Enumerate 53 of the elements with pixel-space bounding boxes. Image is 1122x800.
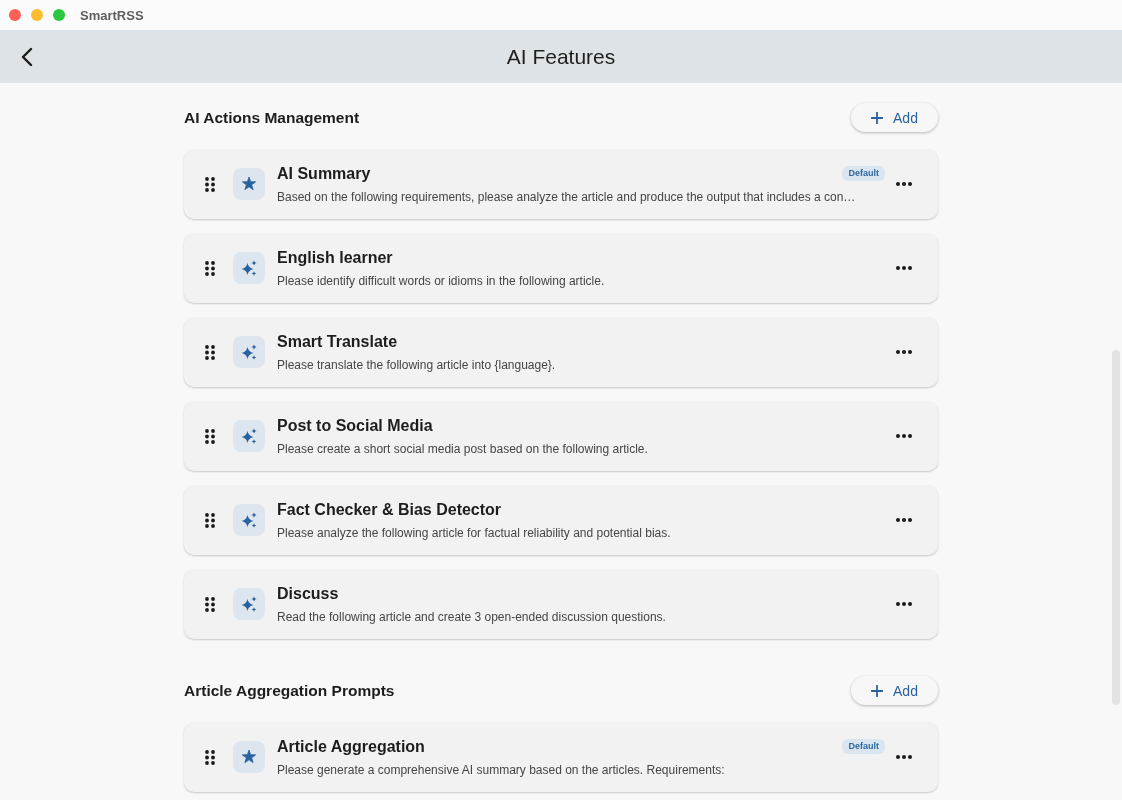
more-icon[interactable] xyxy=(896,434,912,438)
sparkle-icon xyxy=(233,504,265,536)
default-badge: Default xyxy=(842,166,885,181)
action-description: Read the following article and create 3 open-ended discussion questions. xyxy=(277,608,667,625)
action-card[interactable]: English learner Please identify difficult words or idioms in the following article. xyxy=(184,233,938,303)
window-close-button[interactable] xyxy=(9,9,21,21)
action-description: Please identify difficult words or idioms in the following article. xyxy=(277,272,606,289)
action-description: Based on the following requirements, please analyze the article and produce the output that includes a con… xyxy=(277,188,857,205)
window-title: SmartRSS xyxy=(80,7,144,23)
sparkle-icon xyxy=(233,420,265,452)
add-button[interactable]: Add xyxy=(851,676,938,705)
drag-handle-icon[interactable] xyxy=(205,749,215,765)
action-card[interactable]: Fact Checker & Bias Detector Please analyze the following article for factual reliability and potential bias. xyxy=(184,485,938,555)
drag-handle-icon[interactable] xyxy=(205,512,215,528)
action-description: Please generate a comprehensive AI summary based on the articles. Requirements: xyxy=(277,761,726,778)
page-title: AI Features xyxy=(506,43,616,70)
default-badge: Default xyxy=(842,739,885,754)
action-card[interactable]: Discuss Read the following article and create 3 open-ended discussion questions. xyxy=(184,569,938,639)
sparkle-icon xyxy=(233,252,265,284)
drag-handle-icon[interactable] xyxy=(205,176,215,192)
action-card[interactable]: Smart Translate Please translate the following article into {language}. xyxy=(184,317,938,387)
action-title: Smart Translate xyxy=(277,331,398,352)
sparkle-icon xyxy=(233,336,265,368)
action-title: English learner xyxy=(277,247,393,268)
back-button[interactable] xyxy=(21,46,33,67)
drag-handle-icon[interactable] xyxy=(205,428,215,444)
sparkle-icon xyxy=(233,588,265,620)
plus-icon xyxy=(871,684,884,697)
action-title: Discuss xyxy=(277,583,339,604)
action-description: Please analyze the following article for factual reliability and potential bias. xyxy=(277,524,672,541)
drag-handle-icon[interactable] xyxy=(205,260,215,276)
more-icon[interactable] xyxy=(896,350,912,354)
chevron-left-icon xyxy=(21,46,33,67)
section-title: AI Actions Management xyxy=(184,108,360,127)
more-icon[interactable] xyxy=(896,755,912,759)
more-icon[interactable] xyxy=(896,266,912,270)
action-title: Fact Checker & Bias Detector xyxy=(277,499,502,520)
action-title: AI Summary xyxy=(277,163,371,184)
action-description: Please create a short social media post based on the following article. xyxy=(277,440,649,457)
drag-handle-icon[interactable] xyxy=(205,596,215,612)
more-icon[interactable] xyxy=(896,182,912,186)
section-title: Article Aggregation Prompts xyxy=(184,681,395,700)
action-card[interactable]: AI Summary Default Based on the following requirements, please analyze the article and produce the output that includes a con… xyxy=(184,149,938,219)
action-title: Article Aggregation xyxy=(277,736,425,757)
action-card[interactable]: Article Aggregation Default Please generate a comprehensive AI summary based on the articles. Requirements: xyxy=(184,722,938,792)
more-icon[interactable] xyxy=(896,602,912,606)
add-button[interactable]: Add xyxy=(851,103,938,132)
more-icon[interactable] xyxy=(896,518,912,522)
action-title: Post to Social Media xyxy=(277,415,433,436)
action-card[interactable]: Post to Social Media Please create a short social media post based on the following article. xyxy=(184,401,938,471)
action-description: Please translate the following article into {language}. xyxy=(277,356,557,373)
plus-icon xyxy=(871,111,884,124)
drag-handle-icon[interactable] xyxy=(205,344,215,360)
